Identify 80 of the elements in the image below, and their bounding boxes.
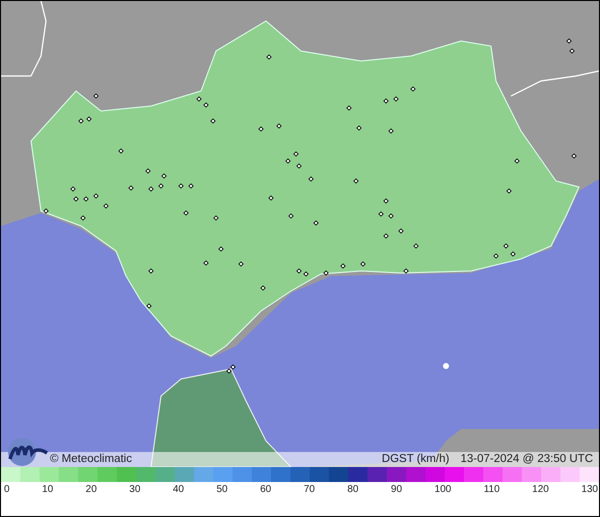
station-marker [356,125,362,131]
scale-tick-label: 90 [390,483,402,497]
station-marker [43,208,49,214]
station-marker [308,176,314,182]
station-marker [503,243,509,249]
station-marker [571,153,577,159]
variable-label: DGST (km/h) [382,453,450,465]
station-marker [158,183,164,189]
station-marker [86,116,92,122]
scale-tick-label: 60 [260,483,272,497]
scale-tick-label: 10 [42,483,54,497]
station-marker [383,233,389,239]
station-marker [393,96,399,102]
station-marker [514,158,520,164]
station-marker [260,285,266,291]
scale-tick-label: 30 [129,483,140,497]
station-marker [218,246,224,252]
scale-tick-label: 110 [484,483,500,497]
station-marker [288,213,294,219]
scale-tick-label: 130 [581,483,598,497]
station-marker [388,128,394,134]
station-marker [145,168,151,174]
station-marker [346,105,352,111]
station-marker [506,188,512,194]
scale-tick-label: 20 [86,483,97,497]
station-marker [78,118,84,124]
station-marker [103,203,109,209]
station-marker [383,198,389,204]
scale-tick-label: 50 [216,483,228,497]
station-marker [210,118,216,124]
station-marker [313,220,319,226]
station-marker [118,148,124,154]
station-marker [128,185,134,191]
station-marker [285,158,291,164]
station-marker [403,268,409,274]
scale-tick-label: 40 [172,483,184,497]
station-marker [398,228,404,234]
station-marker [566,38,572,44]
station-marker [353,178,359,184]
station-marker [178,183,184,189]
station-marker [266,54,272,60]
station-marker [268,195,274,201]
station-marker [148,186,154,192]
station-marker [93,193,99,199]
station-marker [410,86,416,92]
station-marker [388,213,394,219]
station-marker [569,48,575,54]
station-marker [80,215,86,221]
station-marker [383,98,389,104]
scale-tick-label: 70 [304,483,315,497]
station-marker [323,270,329,276]
scale-tick-label: 120 [532,483,549,497]
credit-text: © Meteoclimatic [50,452,132,467]
station-marker [296,163,302,169]
station-marker [340,263,346,269]
station-marker [238,261,244,267]
station-marker [148,268,154,274]
station-marker [258,126,264,132]
station-marker [213,215,219,221]
scale-tick-label: 80 [347,483,358,497]
station-marker [413,243,419,249]
station-marker [70,186,76,192]
station-marker [378,211,384,217]
station-marker [510,251,516,257]
station-marker [293,151,299,157]
station-marker [146,303,152,309]
station-marker [360,261,366,267]
station-marker [493,253,499,259]
station-marker [93,93,99,99]
scale-tick-label: 100 [434,483,452,497]
station-marker [276,123,282,129]
island-marker [443,363,449,369]
scale-tick-label: 0 [4,483,10,497]
station-marker [183,210,189,216]
timestamp-text: 13-07-2024 @ 23:50 UTC [460,453,593,465]
station-marker [73,196,79,202]
station-marker [188,183,194,189]
logo-icon [5,437,49,467]
station-marker [83,196,89,202]
station-marker [203,260,209,266]
